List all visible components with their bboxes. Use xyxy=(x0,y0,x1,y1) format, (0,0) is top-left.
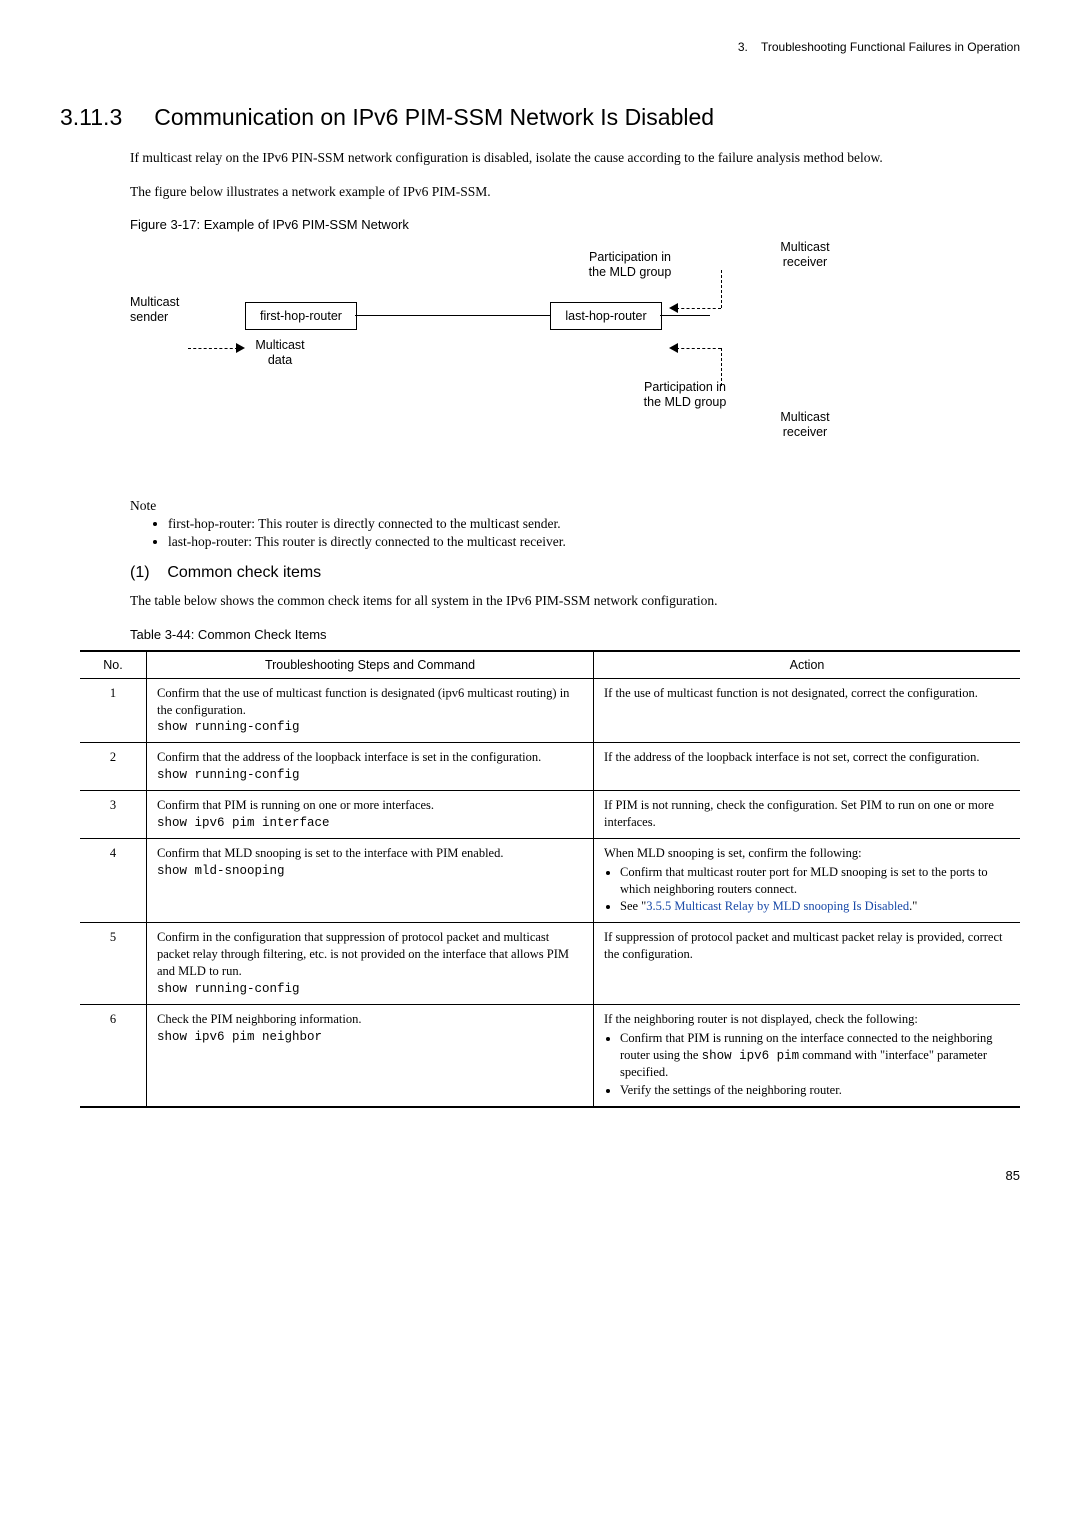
check-items-table: No. Troubleshooting Steps and Command Ac… xyxy=(80,650,1020,1109)
receiver-link-stub xyxy=(660,315,710,316)
cell-no: 5 xyxy=(80,923,147,1005)
receiver2-arrow-head xyxy=(669,343,678,353)
table-row: 3 Confirm that PIM is running on one or … xyxy=(80,791,1020,839)
steps-cmd: show ipv6 pim interface xyxy=(157,816,330,830)
cell-steps: Confirm that MLD snooping is set to the … xyxy=(147,838,594,923)
sender-arrow-line xyxy=(188,348,238,349)
participation1-label: Participation inthe MLD group xyxy=(570,250,690,279)
table-row: 6 Check the PIM neighboring information.… xyxy=(80,1004,1020,1107)
steps-text: Confirm that the use of multicast functi… xyxy=(157,686,569,717)
receiver1-arrow-vline xyxy=(721,270,722,308)
intro-para-2: The figure below illustrates a network e… xyxy=(130,183,1010,201)
cell-action: If suppression of protocol packet and mu… xyxy=(594,923,1021,1005)
figure-caption: Figure 3-17: Example of IPv6 PIM-SSM Net… xyxy=(130,217,1010,232)
steps-cmd: show running-config xyxy=(157,768,300,782)
multicast-sender-label: Multicastsender xyxy=(130,295,200,324)
table-row: 1 Confirm that the use of multicast func… xyxy=(80,678,1020,743)
steps-text: Confirm that MLD snooping is set to the … xyxy=(157,846,503,860)
cell-action: When MLD snooping is set, confirm the fo… xyxy=(594,838,1021,923)
table-caption: Table 3-44: Common Check Items xyxy=(130,627,1010,642)
action-bullet: Verify the settings of the neighboring r… xyxy=(620,1082,1010,1099)
subsection-title: Common check items xyxy=(167,564,321,581)
section-number: 3.11.3 xyxy=(60,104,122,130)
steps-text: Confirm that PIM is running on one or mo… xyxy=(157,798,434,812)
first-hop-router-box: first-hop-router xyxy=(245,302,357,330)
col-no: No. xyxy=(80,651,147,679)
col-action: Action xyxy=(594,651,1021,679)
receiver2-arrow-hline xyxy=(676,348,721,349)
action-bullet: Confirm that PIM is running on the inter… xyxy=(620,1030,1010,1082)
section-title: Communication on IPv6 PIM-SSM Network Is… xyxy=(154,104,714,130)
cross-ref-link[interactable]: 3.5.5 Multicast Relay by MLD snooping Is… xyxy=(646,899,909,913)
network-diagram: Multicastsender first-hop-router last-ho… xyxy=(130,240,930,480)
cell-action: If the use of multicast function is not … xyxy=(594,678,1021,743)
router-link-line xyxy=(355,315,550,316)
cell-steps: Check the PIM neighboring information. s… xyxy=(147,1004,594,1107)
chapter-title: Troubleshooting Functional Failures in O… xyxy=(761,40,1020,54)
cell-steps: Confirm in the configuration that suppre… xyxy=(147,923,594,1005)
receiver1-arrow-hline xyxy=(676,308,721,309)
action-intro: If the neighboring router is not display… xyxy=(604,1012,918,1026)
subsection-para: The table below shows the common check i… xyxy=(130,592,1010,610)
intro-para-1: If multicast relay on the IPv6 PIN-SSM n… xyxy=(130,149,1010,167)
cell-no: 6 xyxy=(80,1004,147,1107)
cell-no: 3 xyxy=(80,791,147,839)
steps-cmd: show running-config xyxy=(157,982,300,996)
cell-no: 1 xyxy=(80,678,147,743)
cell-action: If PIM is not running, check the configu… xyxy=(594,791,1021,839)
table-row: 4 Confirm that MLD snooping is set to th… xyxy=(80,838,1020,923)
cell-no: 4 xyxy=(80,838,147,923)
col-steps: Troubleshooting Steps and Command xyxy=(147,651,594,679)
chapter-number: 3. xyxy=(738,40,748,54)
multicast-data-label: Multicastdata xyxy=(240,338,320,367)
note-label: Note xyxy=(130,498,1010,514)
table-row: 2 Confirm that the address of the loopba… xyxy=(80,743,1020,791)
steps-cmd: show ipv6 pim neighbor xyxy=(157,1030,322,1044)
last-hop-router-box: last-hop-router xyxy=(550,302,662,330)
steps-cmd: show mld-snooping xyxy=(157,864,285,878)
note-list: first-hop-router: This router is directl… xyxy=(150,516,1010,550)
multicast-receiver1-label: Multicastreceiver xyxy=(770,240,840,269)
cell-action: If the address of the loopback interface… xyxy=(594,743,1021,791)
page-number: 85 xyxy=(60,1168,1020,1183)
cell-action: If the neighboring router is not display… xyxy=(594,1004,1021,1107)
subsection-number: (1) xyxy=(130,564,150,581)
subsection-heading: (1) Common check items xyxy=(130,564,1010,582)
multicast-receiver2-label: Multicastreceiver xyxy=(770,410,840,439)
cell-steps: Confirm that the address of the loopback… xyxy=(147,743,594,791)
steps-text: Check the PIM neighboring information. xyxy=(157,1012,361,1026)
action-bullet: Confirm that multicast router port for M… xyxy=(620,864,1010,898)
cell-steps: Confirm that PIM is running on one or mo… xyxy=(147,791,594,839)
steps-cmd: show running-config xyxy=(157,720,300,734)
participation2-label: Participation inthe MLD group xyxy=(625,380,745,409)
steps-text: Confirm in the configuration that suppre… xyxy=(157,930,569,978)
cell-no: 2 xyxy=(80,743,147,791)
note-item-1: first-hop-router: This router is directl… xyxy=(168,516,1010,532)
section-heading: 3.11.3 Communication on IPv6 PIM-SSM Net… xyxy=(60,104,1020,131)
steps-text: Confirm that the address of the loopback… xyxy=(157,750,541,764)
bullet-code: show ipv6 pim xyxy=(702,1049,800,1063)
action-bullet: See "3.5.5 Multicast Relay by MLD snoopi… xyxy=(620,898,1010,915)
cell-steps: Confirm that the use of multicast functi… xyxy=(147,678,594,743)
page-header: 3. Troubleshooting Functional Failures i… xyxy=(60,40,1020,54)
action-intro: When MLD snooping is set, confirm the fo… xyxy=(604,846,862,860)
note-item-2: last-hop-router: This router is directly… xyxy=(168,534,1010,550)
table-row: 5 Confirm in the configuration that supp… xyxy=(80,923,1020,1005)
receiver1-arrow-head xyxy=(669,303,678,313)
